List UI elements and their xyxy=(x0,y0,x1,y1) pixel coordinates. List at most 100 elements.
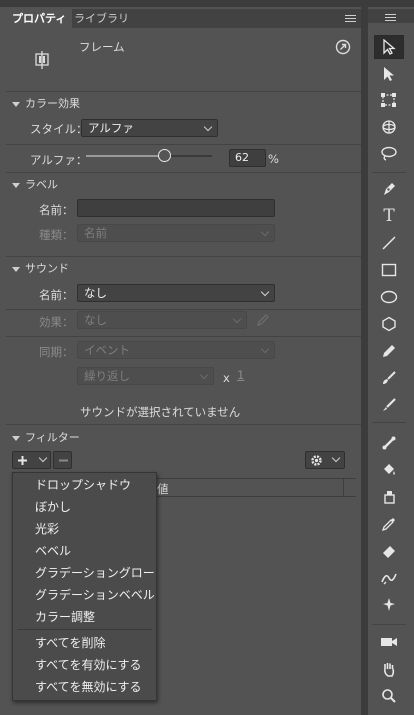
rectangle-tool-icon[interactable] xyxy=(374,258,404,282)
eyedropper-tool-icon[interactable] xyxy=(374,512,404,536)
eraser-tool-icon[interactable] xyxy=(374,539,404,563)
tools-menu-icon[interactable] xyxy=(385,14,396,15)
chevron-down-icon xyxy=(260,344,270,354)
menu-item-gradient-bevel[interactable]: グラデーションベベル xyxy=(35,586,155,603)
sound-name-value: なし xyxy=(84,286,107,300)
oval-tool-icon[interactable] xyxy=(374,285,404,309)
sound-sync-select[interactable]: イベント xyxy=(77,341,275,359)
add-filter-menu: ドロップシャドウ ぼかし 光彩 ベベル グラデーショングロー グラデーションベベ… xyxy=(12,472,157,701)
gear-icon xyxy=(311,455,322,466)
add-filter-button[interactable] xyxy=(12,451,51,469)
subselection-tool-icon[interactable] xyxy=(374,62,404,86)
open-doc-icon[interactable] xyxy=(335,39,351,58)
remove-filter-button[interactable] xyxy=(53,451,72,469)
chevron-down-icon xyxy=(331,453,341,463)
pen-tool-icon[interactable] xyxy=(374,177,404,201)
chevron-down-icon xyxy=(38,453,48,463)
chevron-down-icon xyxy=(199,370,209,380)
menu-item-glow[interactable]: 光彩 xyxy=(35,520,59,537)
tools-panel: T xyxy=(367,7,414,715)
section-title: フィルター xyxy=(25,431,80,444)
alpha-unit: % xyxy=(268,152,279,166)
repeat-x-label: x xyxy=(223,371,230,385)
polystar-tool-icon[interactable] xyxy=(374,312,404,336)
selection-tool-icon[interactable] xyxy=(374,35,404,59)
sound-sync-value: イベント xyxy=(84,343,130,357)
menu-item-enable-all[interactable]: すべてを有効にする xyxy=(35,656,142,673)
menu-item-disable-all[interactable]: すべてを無効にする xyxy=(35,678,142,695)
sound-name-label: 名前： xyxy=(39,288,74,302)
divider xyxy=(6,336,361,337)
hand-tool-icon[interactable] xyxy=(374,657,404,681)
label-type-select[interactable]: 名前 xyxy=(77,224,275,242)
style-select-value: アルファ xyxy=(88,121,134,135)
style-label: スタイル： xyxy=(30,122,88,136)
ink-bottle-tool-icon[interactable] xyxy=(374,485,404,509)
brush-tool-icon[interactable] xyxy=(374,393,404,417)
text-tool-icon[interactable]: T xyxy=(374,204,404,228)
lasso-tool-icon[interactable] xyxy=(374,142,404,166)
pencil-tool-icon[interactable] xyxy=(374,339,404,363)
paint-brush-tool-icon[interactable] xyxy=(374,366,404,390)
frame-icon xyxy=(34,50,50,73)
menu-item-adjust-color[interactable]: カラー調整 xyxy=(35,608,95,625)
section-color-effect[interactable]: カラー効果 xyxy=(12,95,80,111)
top-bar xyxy=(0,0,414,7)
alpha-input[interactable]: 62 xyxy=(229,149,266,167)
alpha-label: アルファ： xyxy=(30,153,88,167)
width-tool-icon[interactable] xyxy=(374,566,404,590)
chevron-down-icon xyxy=(203,122,213,132)
repeat-count[interactable]: 1 xyxy=(237,368,244,382)
paint-bucket-tool-icon[interactable] xyxy=(374,458,404,482)
sound-effect-value: なし xyxy=(84,313,107,327)
collapse-triangle-icon xyxy=(12,266,20,272)
divider xyxy=(6,172,361,173)
3d-rotation-tool-icon[interactable] xyxy=(374,115,404,139)
tools-header xyxy=(368,9,414,23)
section-title: ラベル xyxy=(25,178,58,191)
line-tool-icon[interactable] xyxy=(374,231,404,255)
alpha-slider-handle[interactable] xyxy=(157,149,171,162)
style-select[interactable]: アルファ xyxy=(81,119,218,137)
panel-menu-icon[interactable] xyxy=(345,15,356,16)
plus-icon xyxy=(18,456,27,465)
sound-name-select[interactable]: なし xyxy=(77,284,275,302)
label-type-label: 種類： xyxy=(39,228,74,242)
asset-warp-tool-icon[interactable] xyxy=(374,593,404,617)
object-type-label: フレーム xyxy=(79,40,125,54)
minus-icon xyxy=(59,459,68,462)
filter-settings-button[interactable] xyxy=(305,451,345,469)
menu-item-bevel[interactable]: ベベル xyxy=(35,542,71,559)
tab-library[interactable]: ライブラリ xyxy=(68,9,135,28)
tab-properties[interactable]: プロパティ xyxy=(6,9,73,28)
camera-tool-icon[interactable] xyxy=(374,630,404,654)
filter-column-value: 値 xyxy=(157,482,169,496)
menu-item-drop-shadow[interactable]: ドロップシャドウ xyxy=(35,476,131,493)
menu-item-remove-all[interactable]: すべてを削除 xyxy=(35,634,105,651)
section-title: カラー効果 xyxy=(25,97,80,110)
bone-tool-icon[interactable] xyxy=(374,431,404,455)
zoom-tool-icon[interactable] xyxy=(374,684,404,708)
sound-repeat-value: 繰り返し xyxy=(84,369,130,383)
sound-repeat-select[interactable]: 繰り返し xyxy=(77,367,214,385)
free-transform-tool-icon[interactable] xyxy=(374,88,404,112)
edit-pencil-icon[interactable] xyxy=(256,313,270,330)
section-label[interactable]: ラベル xyxy=(12,176,58,192)
divider xyxy=(6,91,361,92)
section-filter[interactable]: フィルター xyxy=(12,429,80,445)
collapse-triangle-icon xyxy=(12,101,20,107)
sound-effect-select[interactable]: なし xyxy=(77,311,247,329)
alpha-slider-fill xyxy=(86,155,165,157)
label-name-input[interactable] xyxy=(77,199,275,217)
chevron-down-icon xyxy=(260,287,270,297)
menu-item-blur[interactable]: ぼかし xyxy=(35,498,71,515)
section-sound[interactable]: サウンド xyxy=(12,260,69,276)
collapse-triangle-icon xyxy=(12,435,20,441)
label-name-label: 名前： xyxy=(39,203,74,217)
divider xyxy=(6,424,361,425)
sound-sync-label: 同期： xyxy=(39,345,74,359)
section-title: サウンド xyxy=(25,262,69,275)
collapse-triangle-icon xyxy=(12,182,20,188)
chevron-down-icon xyxy=(260,227,270,237)
menu-item-gradient-glow[interactable]: グラデーショングロー xyxy=(35,564,155,581)
